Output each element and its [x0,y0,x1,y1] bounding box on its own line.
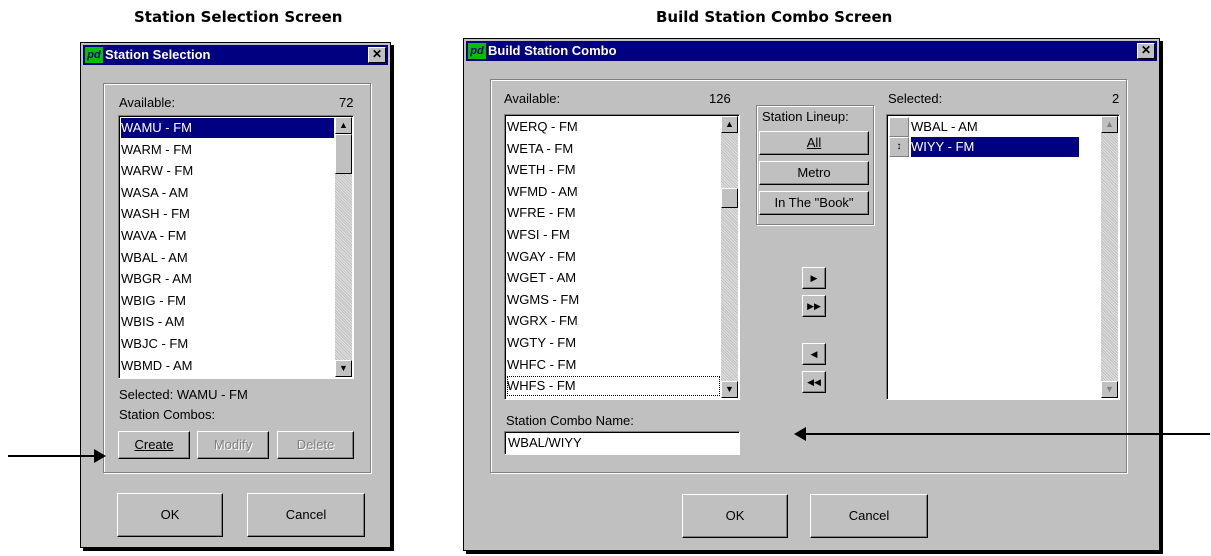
list-item[interactable]: WBIS - AM [121,312,334,332]
caption-station-selection: Station Selection Screen [134,8,343,26]
list-item[interactable]: WERQ - FM [507,117,720,137]
double-arrow-right-icon: ▶▶ [807,301,821,311]
selected-scrollbar[interactable]: ▲ ▼ [1101,116,1118,398]
double-arrow-left-icon: ◀◀ [807,377,821,387]
cancel-button-label: Cancel [848,508,890,523]
list-item[interactable]: WHFS - FM [507,376,720,397]
ok-button[interactable]: OK [682,494,788,538]
selected-stations-list[interactable]: ▲ ▼ WBAL - AM ↕ WIYY - FM [886,114,1120,400]
combo-name-label: Station Combo Name: [506,413,634,428]
list-item[interactable]: WAMU - FM [121,118,334,138]
list-item[interactable]: WIYY - FM [911,137,1079,157]
scroll-thumb[interactable] [335,134,352,174]
station-selection-window: pd Station Selection ✕ Available: 72 ▲ ▼… [80,42,391,548]
list-item[interactable]: WHFC - FM [507,355,720,375]
pointer-arrow-create [8,455,94,457]
lineup-book-label: In The "Book" [774,195,854,210]
app-logo-icon: pd [85,47,103,63]
list-item[interactable]: WARW - FM [121,161,334,181]
add-one-button[interactable]: ▶ [802,267,826,289]
list-item[interactable]: WETA - FM [507,139,720,159]
available-scrollbar[interactable]: ▲ ▼ [721,116,738,398]
ok-button[interactable]: OK [117,493,223,537]
lineup-all-button[interactable]: All [759,131,869,155]
drag-handle-icon[interactable] [889,117,909,137]
build-combo-titlebar: pd Build Station Combo ✕ [466,41,1157,61]
scroll-thumb[interactable] [721,188,738,208]
ok-button-label: OK [725,508,745,523]
list-item[interactable]: WGMS - FM [507,290,720,310]
close-button[interactable]: ✕ [368,47,386,63]
available-label: Available: [504,91,561,106]
close-button[interactable]: ✕ [1137,43,1155,59]
scroll-up-arrow-icon[interactable]: ▲ [721,116,738,133]
add-all-button[interactable]: ▶▶ [802,295,826,317]
lineup-metro-button[interactable]: Metro [759,161,869,185]
station-selection-titlebar: pd Station Selection ✕ [83,45,388,65]
list-item[interactable]: WBAL - AM [121,248,334,268]
modify-button-label: Modify [213,437,253,452]
scroll-down-arrow-icon[interactable]: ▼ [1101,381,1118,398]
list-item[interactable]: WAVA - FM [121,226,334,246]
delete-button[interactable]: Delete [277,431,354,459]
window-title: Station Selection [105,47,211,62]
window-title: Build Station Combo [488,43,617,58]
list-item[interactable]: WETH - FM [507,160,720,180]
caption-build-combo: Build Station Combo Screen [656,8,893,26]
scroll-up-arrow-icon[interactable]: ▲ [335,117,352,134]
available-label: Available: [119,95,176,110]
list-item[interactable]: WBAL - AM [911,117,1079,137]
list-item[interactable]: WASH - FM [121,204,334,224]
list-item[interactable]: WFRE - FM [507,203,720,223]
list-item[interactable]: WBMD - AM [121,356,334,376]
list-item[interactable]: WBIG - FM [121,291,334,311]
ok-button-label: OK [160,507,180,522]
cancel-button[interactable]: Cancel [810,494,928,538]
scroll-down-arrow-icon[interactable]: ▼ [721,381,738,398]
list-item[interactable]: WGAY - FM [507,247,720,267]
available-count: 126 [709,91,731,106]
available-stations-list[interactable]: ▲ ▼ WERQ - FM WETA - FM WETH - FM WFMD - AM… [504,114,740,400]
available-scrollbar[interactable]: ▲ ▼ [335,117,352,377]
pointer-arrow-combo-name [806,433,1210,435]
build-combo-window: pd Build Station Combo ✕ Available: 126 … [463,38,1160,551]
app-logo-icon: pd [468,43,486,59]
list-item[interactable]: WBJC - FM [121,334,334,354]
arrowhead-icon [794,427,806,441]
modify-button[interactable]: Modify [197,431,269,459]
station-lineup-label: Station Lineup: [762,109,849,124]
list-item[interactable]: WARM - FM [121,140,334,160]
create-button-label: Create [134,437,174,452]
available-count: 72 [339,95,354,110]
selected-label: Selected: [888,91,943,106]
list-item[interactable]: WGTY - FM [507,333,720,353]
remove-all-button[interactable]: ◀◀ [802,371,826,393]
combo-name-input[interactable]: WBAL/WIYY [504,431,740,455]
scroll-up-arrow-icon[interactable]: ▲ [1101,116,1118,133]
drag-handle-icon[interactable]: ↕ [889,137,909,157]
cancel-button[interactable]: Cancel [247,493,365,537]
list-item[interactable]: WGET - AM [507,268,720,288]
arrowhead-icon [94,449,106,463]
arrow-right-icon: ▶ [810,273,818,283]
delete-button-label: Delete [296,437,335,452]
list-item[interactable]: WGRX - FM [507,311,720,331]
lineup-book-button[interactable]: In The "Book" [759,191,869,215]
cancel-button-label: Cancel [285,507,327,522]
list-item[interactable]: WFSI - FM [507,225,720,245]
lineup-all-label: All [806,135,822,150]
create-button[interactable]: Create [118,431,190,459]
list-item[interactable]: WASA - AM [121,183,334,203]
lineup-metro-label: Metro [797,165,831,180]
scroll-down-arrow-icon[interactable]: ▼ [335,360,352,377]
selected-station-text: Selected: WAMU - FM [119,387,248,402]
list-item[interactable]: WBGR - AM [121,269,334,289]
available-stations-list[interactable]: ▲ ▼ WAMU - FM WARM - FM WARW - FM WASA - AM… [118,115,354,379]
remove-one-button[interactable]: ◀ [802,343,826,365]
station-combos-label: Station Combos: [119,407,216,422]
selected-count: 2 [1112,91,1120,106]
list-item[interactable]: WFMD - AM [507,182,720,202]
arrow-left-icon: ◀ [810,349,818,359]
